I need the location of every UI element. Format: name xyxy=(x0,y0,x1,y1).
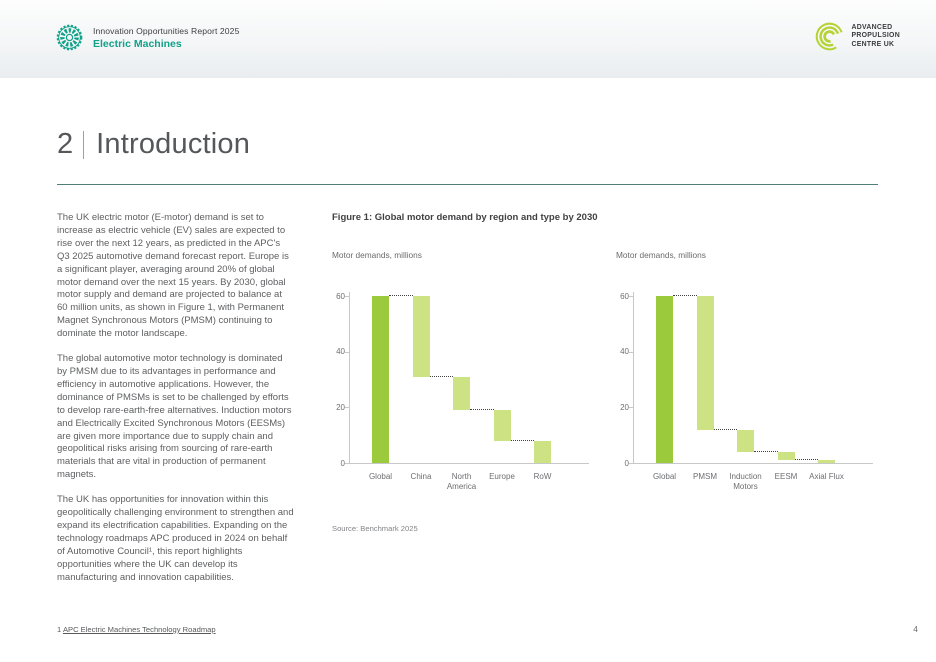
chart-tick-label: 40 xyxy=(336,347,345,357)
body-text-column: The UK electric motor (E-motor) demand i… xyxy=(57,212,295,596)
apc-line-1: ADVANCED xyxy=(851,24,893,32)
waterfall-bar xyxy=(656,296,673,463)
waterfall-bar xyxy=(777,451,795,461)
chart-category-label: North America xyxy=(446,472,477,492)
waterfall-bar xyxy=(372,296,389,463)
chart-y-axis xyxy=(349,292,350,463)
apc-brand: ADVANCED PROPULSION CENTRE UK xyxy=(814,21,900,52)
chart-x-axis xyxy=(633,463,873,464)
chart-tick-mark xyxy=(629,407,633,409)
chart-category-label: Axial Flux xyxy=(809,472,844,481)
waterfall-connector xyxy=(794,459,818,461)
figure-source: Source: Benchmark 2025 xyxy=(332,524,418,533)
page-number: 4 xyxy=(913,624,918,634)
waterfall-bar xyxy=(696,296,714,430)
heading-rule xyxy=(57,184,878,185)
section-heading: 2 Introduction xyxy=(57,128,250,161)
chart-tick-mark xyxy=(345,407,349,409)
chart-tick-label: 0 xyxy=(624,458,629,468)
waterfall-connector xyxy=(713,428,737,430)
waterfall-chart-by-region: Motor demands, millions 0 20 40 60 Global Chi… xyxy=(330,250,605,502)
apc-logo-text: ADVANCED PROPULSION CENTRE UK xyxy=(851,24,900,49)
apc-line-3: CENTRE UK xyxy=(851,40,895,48)
waterfall-connector xyxy=(510,439,534,441)
chart-x-axis xyxy=(349,463,589,464)
waterfall-bar xyxy=(737,429,754,452)
chart-tick-label: 0 xyxy=(340,458,345,468)
chart-category-label: China xyxy=(410,472,432,481)
footnote-link[interactable]: APC Electric Machines Technology Roadmap xyxy=(63,625,216,634)
waterfall-connector xyxy=(389,295,413,296)
chart-tick-mark xyxy=(345,351,349,353)
waterfall-connector xyxy=(470,409,494,411)
heading-divider xyxy=(83,130,85,159)
footnote-marker: 1 xyxy=(57,625,62,634)
chart-tick-mark xyxy=(629,351,633,353)
chart-tick-label: 60 xyxy=(620,291,629,301)
paragraph-1: The UK electric motor (E-motor) demand i… xyxy=(57,212,289,340)
report-subtitle: Electric Machines xyxy=(93,37,182,50)
chart-category-label: Global xyxy=(368,472,393,481)
chart-tick-mark xyxy=(345,296,349,297)
chart-tick-mark xyxy=(629,296,633,297)
chart-tick-label: 40 xyxy=(620,347,629,357)
chart-tick-label: 20 xyxy=(336,402,345,412)
electric-machines-motor-logo-icon xyxy=(56,24,83,51)
apc-line-2: PROPULSION xyxy=(851,32,900,40)
waterfall-bar xyxy=(818,460,835,463)
waterfall-bar xyxy=(453,376,470,411)
section-number: 2 xyxy=(57,128,74,160)
waterfall-connector xyxy=(429,375,453,377)
chart-category-label: EESM xyxy=(774,472,798,481)
report-brand: Innovation Opportunities Report 2025 Ele… xyxy=(56,24,239,51)
figure-title: Figure 1: Global motor demand by region … xyxy=(332,212,598,223)
waterfall-connector xyxy=(754,450,778,452)
report-page: Innovation Opportunities Report 2025 Ele… xyxy=(0,0,936,662)
chart-category-label: Europe xyxy=(489,472,515,481)
waterfall-bar xyxy=(534,440,551,463)
waterfall-bar xyxy=(412,296,430,377)
chart-category-label: Global xyxy=(652,472,677,481)
chart-category-label: Induction Motors xyxy=(729,472,762,492)
chart-tick-mark xyxy=(629,463,633,464)
chart-tick-mark xyxy=(345,463,349,464)
chart-y-axis xyxy=(633,292,634,463)
paragraph-3: The UK has opportunities for innovation … xyxy=(57,494,294,583)
waterfall-connector xyxy=(673,295,697,296)
chart-tick-label: 20 xyxy=(620,402,629,412)
chart-tick-label: 60 xyxy=(336,291,345,301)
page-header: Innovation Opportunities Report 2025 Ele… xyxy=(0,0,936,78)
waterfall-chart-by-type: Motor demands, millions 0 20 40 60 Global PMS… xyxy=(614,250,889,502)
chart-category-label: PMSM xyxy=(693,472,717,481)
chart-ylabel: Motor demands, millions xyxy=(616,250,706,260)
apc-logo-icon xyxy=(816,22,844,51)
waterfall-bar xyxy=(493,410,511,441)
footnote: 1 APC Electric Machines Technology Roadm… xyxy=(57,625,216,634)
chart-category-label: RoW xyxy=(533,472,552,481)
chart-ylabel: Motor demands, millions xyxy=(332,250,422,260)
paragraph-2: The global automotive motor technology i… xyxy=(57,353,292,481)
page-title: Introduction xyxy=(96,128,251,160)
report-title: Innovation Opportunities Report 2025 xyxy=(93,25,240,36)
